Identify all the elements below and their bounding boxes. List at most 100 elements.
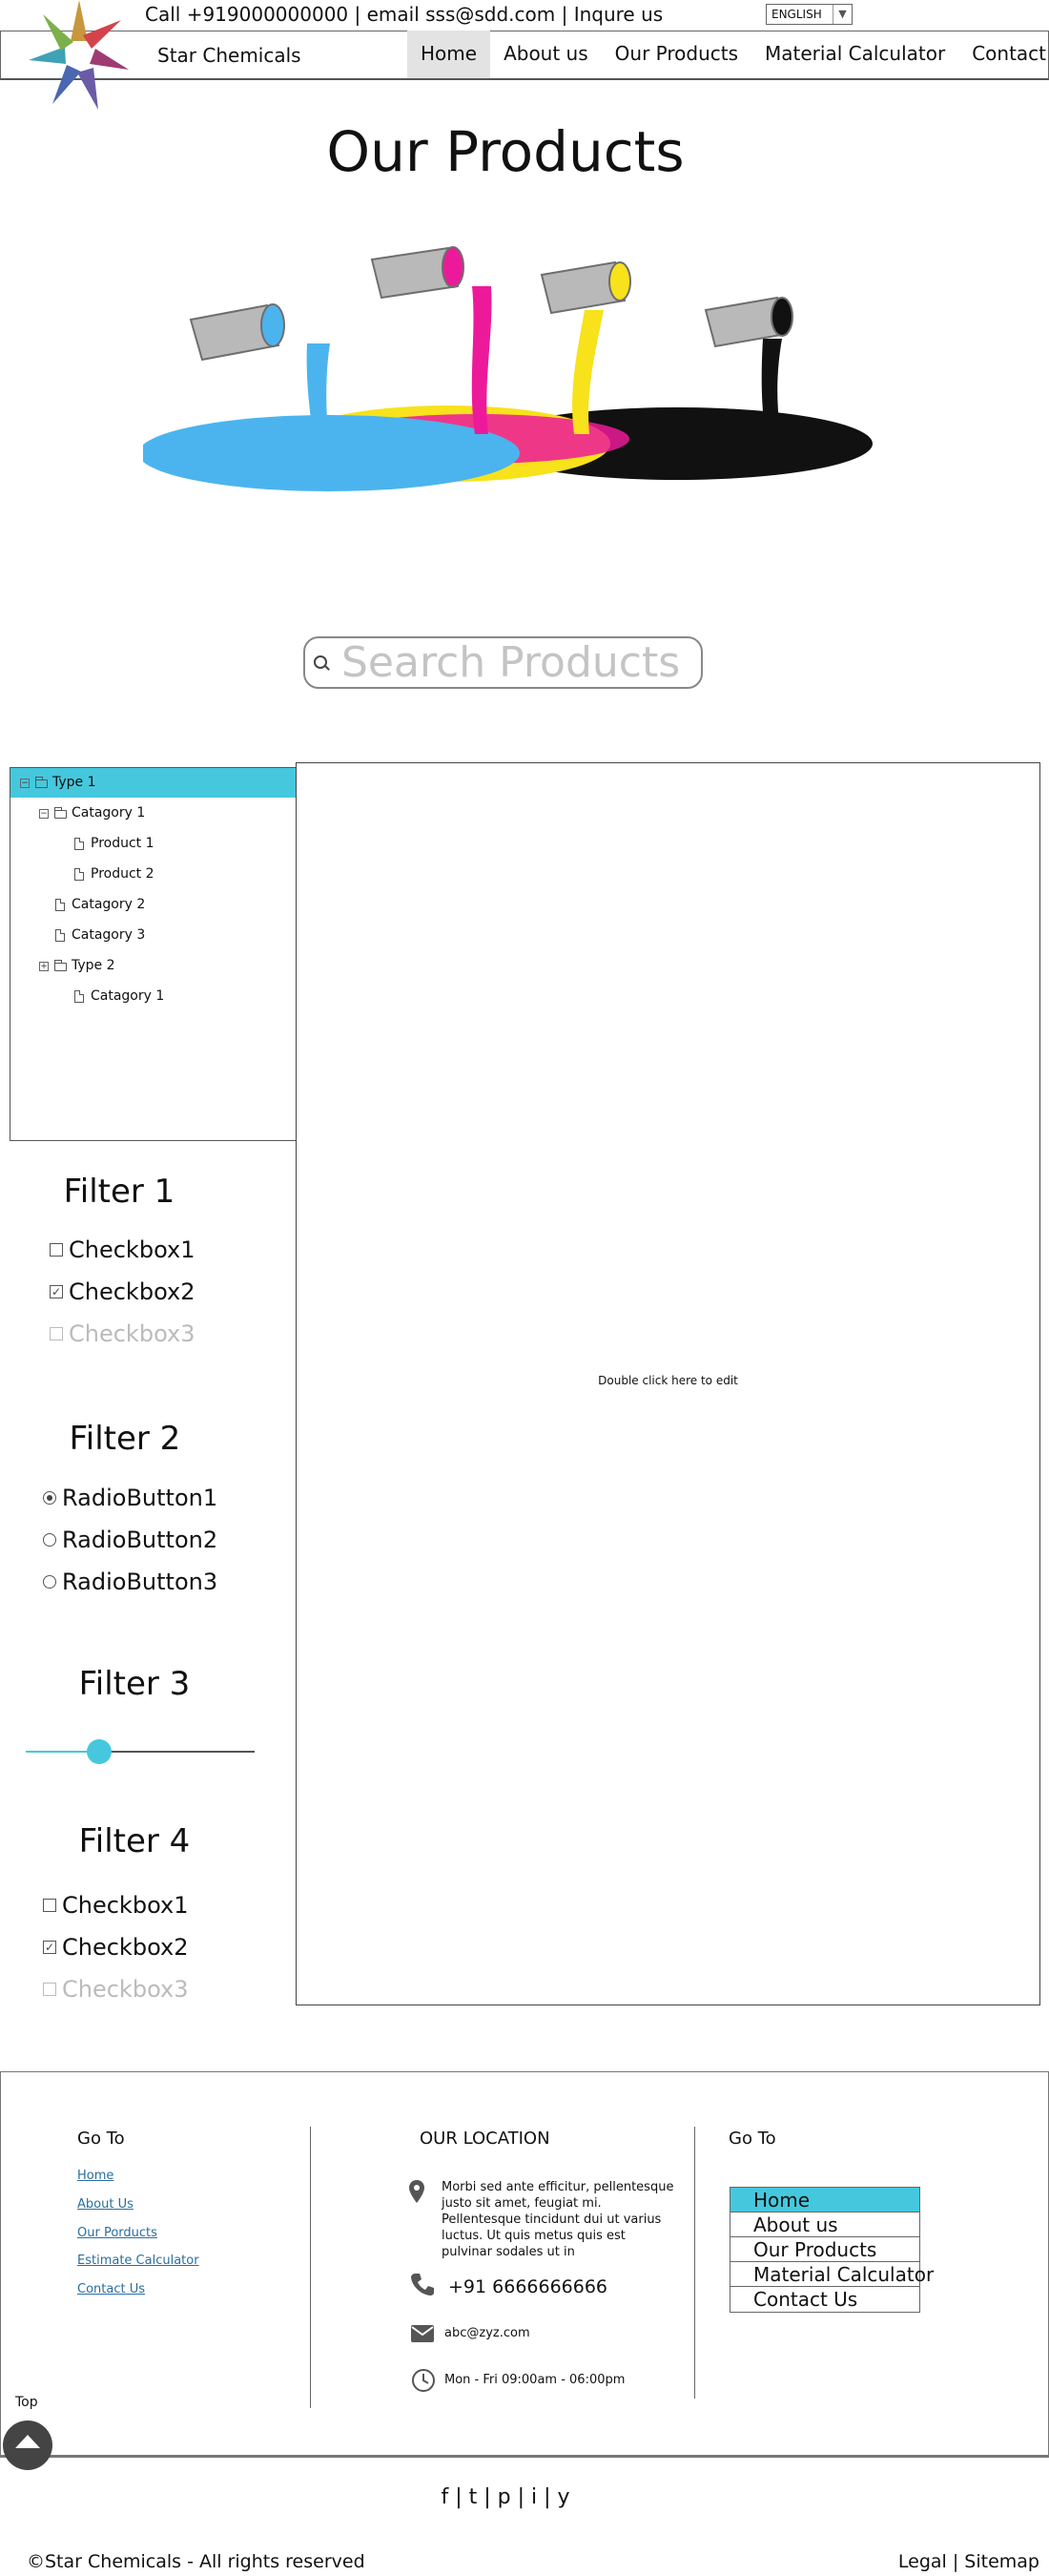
scroll-to-top-button[interactable] [3, 2420, 52, 2470]
radio-selected-icon[interactable] [43, 1491, 56, 1505]
footer-link-about-us[interactable]: About Us [77, 2196, 134, 2213]
copyright: ©Star Chemicals - All rights reserved [27, 2551, 365, 2572]
footer-location-heading: OUR LOCATION [420, 2129, 550, 2149]
expand-icon[interactable]: + [39, 962, 49, 971]
tree-item-product-1[interactable]: Product 1 [10, 829, 296, 859]
tree-item-catagory-3[interactable]: Catagory 3 [10, 921, 296, 950]
checkbox-label: Checkbox1 [62, 1892, 189, 1919]
filter-4-title: Filter 4 [78, 1822, 191, 1860]
checkbox-icon[interactable] [50, 1243, 63, 1257]
folder-icon [54, 960, 67, 971]
phone-icon [411, 2274, 434, 2296]
business-hours: Mon - Fri 09:00am - 06:00pm [444, 2373, 626, 2387]
legal-sitemap-links[interactable]: Legal | Sitemap [898, 2550, 1039, 2573]
nav-home[interactable]: Home [407, 31, 491, 78]
footer-nav-our-products[interactable]: Our Products [730, 2237, 919, 2262]
footer-divider [0, 2455, 1049, 2458]
checkbox-icon [43, 1983, 56, 1996]
range-slider-thumb[interactable] [86, 1739, 112, 1764]
nav-material-calculator[interactable]: Material Calculator [751, 31, 958, 78]
filter-3-title: Filter 3 [78, 1665, 191, 1703]
file-icon [74, 838, 84, 850]
tree-item-label: Catagory 3 [72, 927, 146, 943]
tree-item-label: Catagory 1 [91, 988, 165, 1004]
footer-nav-contact-us[interactable]: Contact Us [730, 2287, 919, 2312]
clock-icon [412, 2369, 435, 2392]
radio-icon[interactable] [43, 1575, 56, 1589]
radio-label: RadioButton2 [62, 1527, 218, 1553]
file-icon [55, 929, 65, 942]
file-icon [74, 990, 84, 1003]
checkbox-label: Checkbox1 [69, 1236, 195, 1263]
contact-topbar: Call +919000000000 | email sss@sdd.com |… [145, 3, 664, 26]
checkbox-label: Checkbox3 [69, 1320, 195, 1347]
star-logo-icon [29, 0, 129, 110]
location-address: Morbi sed ante efficitur, pellentesque j… [442, 2180, 674, 2259]
footer-nav-about-us[interactable]: About us [730, 2212, 919, 2237]
tree-item-catagory-1[interactable]: − Catagory 1 [10, 799, 296, 828]
footer-column-divider [694, 2127, 695, 2399]
tree-item-label: Type 1 [52, 775, 96, 790]
tree-item-label: Catagory 2 [72, 897, 146, 912]
collapse-icon[interactable]: − [39, 809, 49, 819]
email-address: abc@zyz.com [444, 2326, 530, 2340]
location-pin-icon [409, 2180, 424, 2203]
checkbox-icon [50, 1327, 63, 1340]
top-label: Top [15, 2395, 38, 2410]
tree-item-label: Product 1 [91, 836, 154, 851]
radio-label: RadioButton3 [62, 1568, 218, 1595]
file-icon [55, 899, 65, 911]
edit-hint: Double click here to edit [598, 1374, 738, 1387]
product-tree: − Type 1 − Catagory 1 Product 1 Product … [10, 767, 297, 1141]
checkbox-checked-icon[interactable]: ✓ [50, 1285, 63, 1298]
folder-icon [54, 807, 67, 819]
tree-item-label: Type 2 [72, 958, 115, 973]
phone-number: +91 6666666666 [448, 2276, 608, 2297]
email-icon [411, 2325, 434, 2342]
footer-link-home[interactable]: Home [77, 2168, 113, 2185]
footer-link-our-products[interactable]: Our Porducts [77, 2225, 157, 2242]
footer-nav-home[interactable]: Home [730, 2188, 919, 2212]
tree-item-product-2[interactable]: Product 2 [10, 860, 296, 889]
file-icon [74, 868, 84, 881]
chevron-down-icon: ▼ [833, 5, 852, 24]
tree-item-label: Product 2 [91, 866, 154, 882]
page-title: Our Products [326, 119, 685, 184]
footer-column-divider [310, 2127, 311, 2408]
nav-our-products[interactable]: Our Products [602, 31, 751, 78]
search-input[interactable] [341, 640, 694, 686]
checkbox-label: Checkbox2 [69, 1278, 195, 1305]
tree-item-catagory-1b[interactable]: Catagory 1 [10, 982, 296, 1011]
nav-about-us[interactable]: About us [490, 31, 602, 78]
filter-2-title: Filter 2 [69, 1420, 181, 1458]
search-icon[interactable] [314, 655, 327, 669]
search-box [303, 636, 703, 689]
footer-link-contact-us[interactable]: Contact Us [77, 2281, 145, 2298]
nav-contact-us[interactable]: Contact Us [958, 31, 1049, 78]
tree-item-type-1[interactable]: − Type 1 [10, 768, 296, 798]
checkbox-label: Checkbox3 [62, 1976, 189, 2003]
footer-goto-heading: Go To [77, 2129, 125, 2149]
checkbox-label: Checkbox2 [62, 1934, 189, 1961]
social-links[interactable]: f | t | p | i | y [0, 2484, 1011, 2511]
footer-goto-heading-2: Go To [729, 2129, 776, 2149]
language-value: ENGLISH [771, 8, 822, 21]
footer-nav-material-calculator[interactable]: Material Calculator [730, 2262, 934, 2287]
radio-icon[interactable] [43, 1533, 56, 1547]
range-slider-track[interactable] [26, 1751, 255, 1753]
footer-nav: Home About us Our Products Material Calc… [730, 2187, 934, 2313]
collapse-icon[interactable]: − [20, 779, 30, 788]
product-content-area[interactable]: Double click here to edit [296, 762, 1040, 2005]
main-nav: Home About us Our Products Material Calc… [407, 31, 1049, 78]
checkbox-checked-icon[interactable]: ✓ [43, 1941, 56, 1954]
tree-item-catagory-2[interactable]: Catagory 2 [10, 890, 296, 920]
filter-1-title: Filter 1 [63, 1173, 175, 1211]
language-select[interactable]: ENGLISH ▼ [766, 4, 853, 25]
footer-link-estimate-calculator[interactable]: Estimate Calculator [77, 2253, 199, 2270]
tree-item-type-2[interactable]: + Type 2 [10, 951, 296, 981]
checkbox-icon[interactable] [43, 1899, 56, 1912]
brand-name: Star Chemicals [157, 44, 301, 67]
folder-icon [35, 777, 48, 788]
paint-buckets-image [143, 246, 873, 491]
tree-item-label: Catagory 1 [72, 805, 146, 821]
